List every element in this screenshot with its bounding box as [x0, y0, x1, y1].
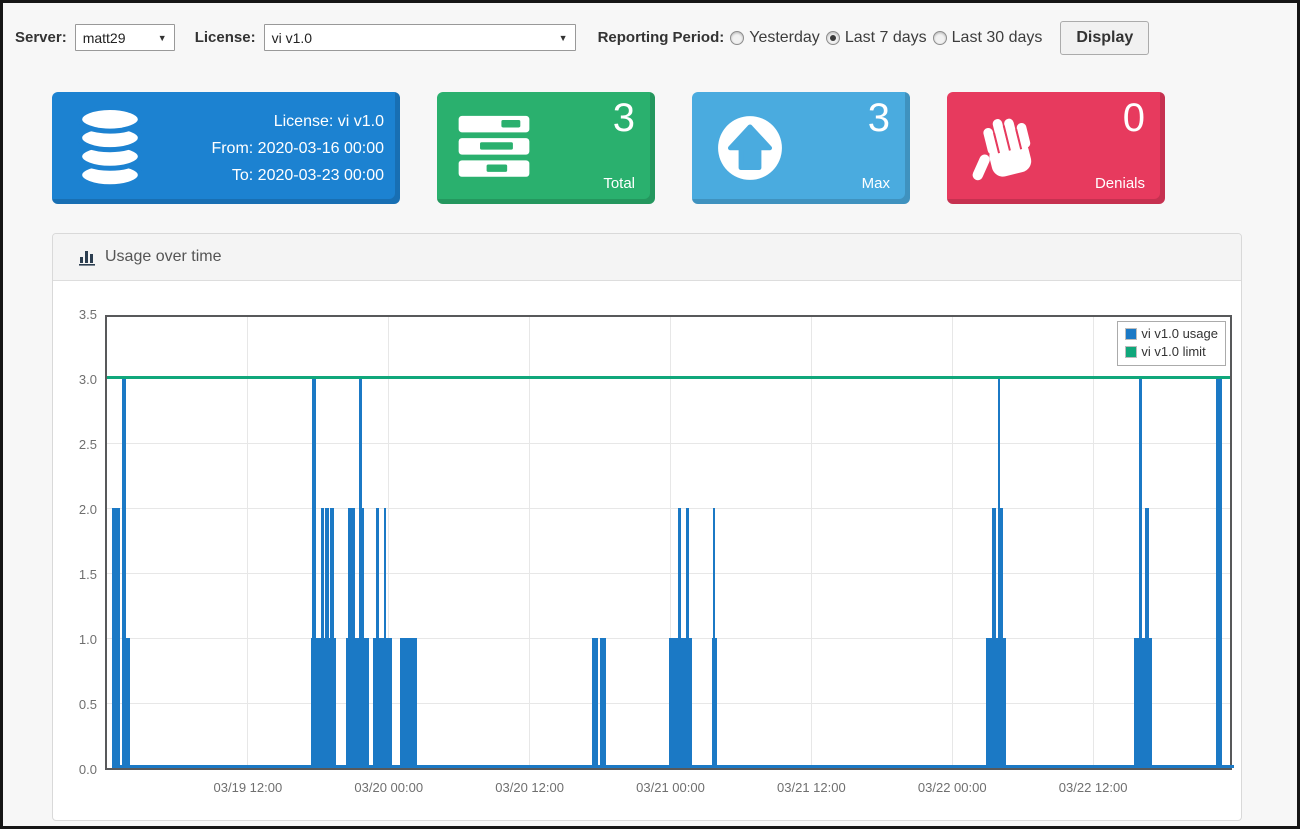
license-label: License: — [195, 29, 256, 46]
radio-icon[interactable] — [730, 31, 744, 45]
panel-title: Usage over time — [105, 248, 222, 266]
radio-last-7-days-label[interactable]: Last 7 days — [845, 29, 927, 47]
total-label: Total — [603, 175, 635, 192]
max-label: Max — [862, 175, 890, 192]
usage-bar — [592, 638, 598, 768]
display-button[interactable]: Display — [1060, 21, 1149, 55]
y-axis-label: 2.0 — [53, 502, 97, 517]
usage-bar — [348, 508, 355, 768]
y-axis-label: 0.5 — [53, 697, 97, 712]
usage-bar — [126, 638, 131, 768]
y-axis-label: 3.0 — [53, 372, 97, 387]
license-line: License: vi v1.0 — [148, 108, 384, 135]
limit-swatch — [1125, 346, 1137, 358]
chevron-down-icon: ▼ — [559, 33, 568, 43]
total-value: 3 — [613, 96, 635, 141]
x-axis-label: 03/22 12:00 — [1059, 780, 1128, 795]
app-window: Server: matt29 ▼ License: vi v1.0 ▼ Repo… — [0, 0, 1300, 829]
hand-stop-icon — [967, 106, 1047, 190]
server-label: Server: — [15, 29, 67, 46]
usage-bar — [364, 638, 369, 768]
y-axis-label: 1.5 — [53, 567, 97, 582]
x-axis-label: 03/20 12:00 — [495, 780, 564, 795]
database-icon — [72, 105, 148, 191]
usage-bar — [1003, 638, 1007, 768]
usage-bar — [689, 638, 691, 768]
radio-icon[interactable] — [826, 31, 840, 45]
x-axis-label: 03/21 12:00 — [777, 780, 846, 795]
legend-usage-label: vi v1.0 usage — [1141, 325, 1218, 343]
denials-card: 0 Denials — [947, 92, 1165, 204]
x-axis-label: 03/21 00:00 — [636, 780, 705, 795]
server-select-value: matt29 — [83, 30, 126, 46]
usage-bar — [600, 638, 606, 768]
usage-bar — [715, 638, 717, 768]
denials-value: 0 — [1123, 96, 1145, 141]
total-card: 3 Total — [437, 92, 655, 204]
server-stack-icon — [457, 110, 531, 186]
usage-panel: Usage over time vi v1.0 usage vi v1.0 li… — [52, 233, 1242, 821]
reporting-period-label: Reporting Period: — [598, 29, 725, 46]
y-axis-label: 3.5 — [53, 307, 97, 322]
limit-line — [107, 376, 1230, 379]
radio-last-30-days-label[interactable]: Last 30 days — [952, 29, 1043, 47]
y-axis-label: 1.0 — [53, 632, 97, 647]
x-axis-label: 03/22 00:00 — [918, 780, 987, 795]
usage-bar — [669, 638, 677, 768]
usage-bar — [1216, 378, 1222, 768]
x-axis-label: 03/20 00:00 — [354, 780, 423, 795]
usage-bar — [386, 638, 392, 768]
radio-yesterday-label[interactable]: Yesterday — [749, 29, 820, 47]
arrow-up-circle-icon — [712, 110, 788, 186]
chevron-down-icon: ▼ — [158, 33, 167, 43]
radio-last-7-days[interactable]: Last 7 days — [826, 29, 927, 47]
radio-icon[interactable] — [933, 31, 947, 45]
usage-chart: vi v1.0 usage vi v1.0 limit 03/19 12:00 0… — [53, 281, 1241, 821]
usage-swatch — [1125, 328, 1137, 340]
y-axis-label: 2.5 — [53, 437, 97, 452]
max-value: 3 — [868, 96, 890, 141]
usage-bar — [112, 508, 120, 768]
usage-bar — [334, 638, 336, 768]
denials-label: Denials — [1095, 175, 1145, 192]
bar-chart-icon — [79, 248, 96, 266]
plot-area: vi v1.0 usage vi v1.0 limit — [105, 315, 1232, 770]
license-select-value: vi v1.0 — [272, 30, 312, 46]
license-select[interactable]: vi v1.0 ▼ — [264, 24, 576, 51]
y-axis-label: 0.0 — [53, 762, 97, 777]
to-line: To: 2020-03-23 00:00 — [148, 162, 384, 189]
radio-last-30-days[interactable]: Last 30 days — [933, 29, 1043, 47]
legend-item-limit[interactable]: vi v1.0 limit — [1125, 343, 1218, 361]
from-line: From: 2020-03-16 00:00 — [148, 135, 384, 162]
radio-yesterday[interactable]: Yesterday — [730, 29, 820, 47]
license-summary-card: License: vi v1.0 From: 2020-03-16 00:00 … — [52, 92, 400, 204]
legend-item-usage[interactable]: vi v1.0 usage — [1125, 325, 1218, 343]
license-card-text: License: vi v1.0 From: 2020-03-16 00:00 … — [148, 108, 400, 189]
toolbar: Server: matt29 ▼ License: vi v1.0 ▼ Repo… — [3, 3, 1297, 55]
max-card: 3 Max — [692, 92, 910, 204]
chart-legend: vi v1.0 usage vi v1.0 limit — [1117, 321, 1226, 366]
x-axis-label: 03/19 12:00 — [214, 780, 283, 795]
usage-bar — [1149, 638, 1151, 768]
legend-limit-label: vi v1.0 limit — [1141, 343, 1205, 361]
summary-cards: License: vi v1.0 From: 2020-03-16 00:00 … — [52, 92, 1297, 204]
usage-bar — [400, 638, 416, 768]
usage-panel-header: Usage over time — [53, 234, 1241, 281]
server-select[interactable]: matt29 ▼ — [75, 24, 175, 51]
